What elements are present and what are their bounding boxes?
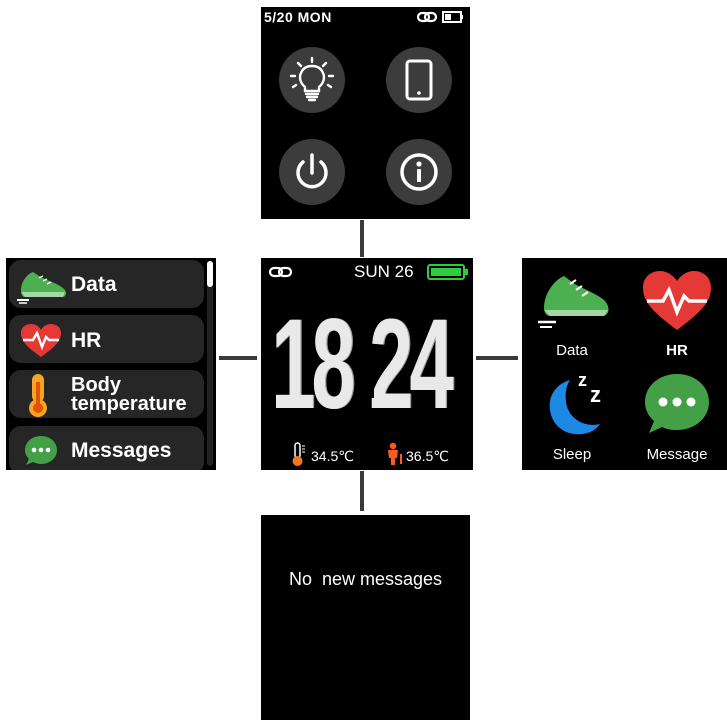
info-icon: [400, 153, 438, 191]
menu-item-messages-label: Messages: [71, 439, 172, 462]
messages-screen[interactable]: No new messages: [261, 515, 470, 720]
menu-item-data[interactable]: Data: [9, 260, 204, 308]
no-messages-text: No new messages: [288, 569, 443, 589]
menu-item-data-label: Data: [71, 273, 117, 296]
menu-item-body-label-line2: temperature: [71, 393, 187, 415]
heart-icon: [639, 268, 715, 339]
app-message-label: Message: [646, 446, 708, 463]
scrollbar-thumb[interactable]: [207, 261, 213, 287]
clock-time: 18 24: [261, 290, 473, 440]
message-icon: [641, 370, 713, 445]
quick-settings-screen: 5/20 MON: [261, 7, 470, 219]
app-data[interactable]: Data: [522, 258, 622, 363]
connector-left: [219, 356, 257, 360]
svg-text:z: z: [590, 382, 601, 407]
svg-text:z: z: [578, 370, 587, 390]
battery-icon: [427, 264, 469, 285]
menu-item-messages[interactable]: Messages: [9, 426, 204, 470]
clock-hours: 18: [271, 293, 356, 436]
menu-item-hr-label: HR: [71, 329, 102, 352]
connector-right: [476, 356, 518, 360]
battery-icon: [442, 11, 463, 23]
connector-top: [360, 220, 364, 257]
clock-minutes: 24: [369, 293, 454, 436]
body-figure-icon: [385, 442, 405, 470]
thermometer-icon: [23, 372, 53, 423]
info-button[interactable]: [386, 139, 452, 205]
brightness-icon: [289, 56, 335, 102]
message-icon: [23, 434, 59, 470]
menu-item-hr[interactable]: HR: [9, 315, 204, 363]
thermometer-icon: [288, 441, 308, 470]
date-label: SUN 26: [354, 262, 414, 281]
app-message[interactable]: Message: [627, 364, 727, 470]
status-icons: [416, 10, 466, 29]
app-hr[interactable]: HR: [627, 258, 727, 363]
power-icon: [296, 153, 328, 189]
menu-list-screen: Data HR Body temperature Messages: [6, 258, 216, 470]
find-phone-button[interactable]: [386, 47, 452, 113]
shoe-icon: [534, 266, 614, 337]
watch-face-screen[interactable]: SUN 26 18 24 34.5℃ 36.5℃: [261, 258, 473, 470]
app-grid-screen: Data HR z z Sleep Message: [522, 258, 727, 470]
moon-icon: z z: [536, 368, 616, 445]
menu-item-body-temperature[interactable]: Body temperature: [9, 370, 204, 418]
body-temperature: 36.5℃: [406, 448, 449, 464]
brightness-button[interactable]: [279, 47, 345, 113]
connector-bottom: [360, 471, 364, 511]
scrollbar-track[interactable]: [207, 261, 213, 466]
app-sleep-label: Sleep: [552, 446, 592, 463]
app-hr-label: HR: [666, 342, 688, 359]
link-icon: [268, 265, 294, 284]
app-sleep[interactable]: z z Sleep: [522, 364, 622, 470]
shoe-icon: [15, 264, 69, 309]
heart-icon: [19, 323, 63, 364]
power-button[interactable]: [279, 139, 345, 205]
clock-colon: [364, 352, 374, 412]
app-data-label: Data: [556, 342, 588, 359]
ambient-temperature: 34.5℃: [311, 448, 354, 464]
link-icon: [416, 11, 438, 23]
phone-icon: [405, 59, 433, 101]
status-date: 5/20 MON: [264, 9, 332, 25]
